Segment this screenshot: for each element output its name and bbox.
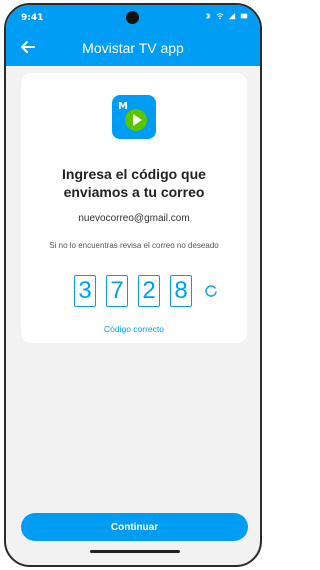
bluetooth-icon	[206, 12, 211, 20]
signal-icon	[228, 12, 236, 20]
front-camera	[126, 11, 139, 24]
spam-hint: Si no lo encuentras revisa el correo no …	[49, 241, 219, 250]
refresh-icon[interactable]	[204, 284, 218, 298]
battery-icon	[240, 13, 248, 19]
app-bar-title: Movistar TV app	[82, 40, 184, 56]
email-address: nuevocorreo@gmail.com	[78, 213, 190, 224]
status-time: 9:41	[21, 13, 44, 23]
status-bar: 9:41	[6, 5, 260, 30]
code-digit-3[interactable]: 2	[138, 275, 160, 307]
code-digit-2[interactable]: 7	[106, 275, 128, 307]
home-indicator	[90, 550, 180, 553]
heading-line-1: Ingresa el código que	[62, 166, 206, 182]
verification-card: M Ingresa el código que enviamos a tu co…	[21, 73, 247, 343]
svg-text:M: M	[118, 101, 128, 112]
code-input-row: 3 7 2 8	[74, 275, 218, 307]
status-icons	[204, 12, 248, 20]
heading-line-2: enviamos a tu correo	[63, 184, 205, 200]
phone-frame: 9:41 Movistar TV app M Ingresa el código…	[4, 3, 262, 567]
movistar-tv-app-icon: M	[112, 95, 156, 139]
wifi-icon	[216, 13, 224, 20]
page-heading: Ingresa el código que enviamos a tu corr…	[21, 165, 247, 201]
app-bar: Movistar TV app	[6, 30, 260, 66]
code-status: Código correcto	[103, 324, 164, 334]
code-digit-4[interactable]: 8	[170, 275, 192, 307]
continue-button[interactable]: Continuar	[21, 513, 248, 541]
code-digit-1[interactable]: 3	[74, 275, 96, 307]
